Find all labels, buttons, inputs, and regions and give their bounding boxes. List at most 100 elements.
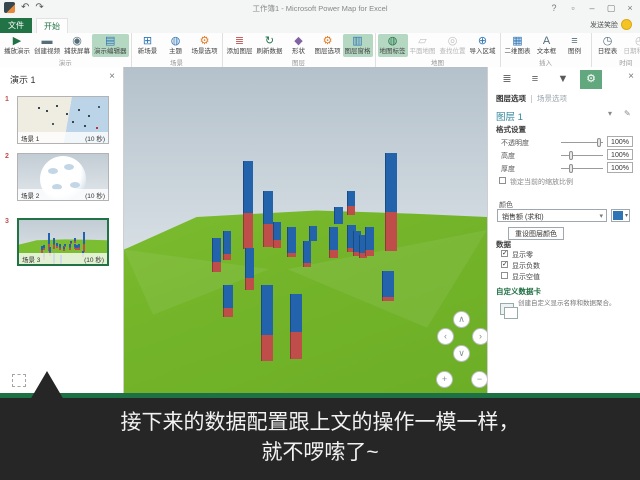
add-scene-placeholder-icon[interactable] bbox=[12, 374, 26, 387]
data-bar[interactable] bbox=[365, 227, 373, 256]
layer-pane-icon: ▥ bbox=[352, 35, 362, 48]
slider-value-field[interactable]: 100% bbox=[607, 149, 633, 160]
checkbox-unchecked[interactable] bbox=[501, 272, 508, 279]
field-list-tab[interactable]: ≡ bbox=[524, 70, 546, 89]
layer-panel-close-icon[interactable]: × bbox=[628, 71, 634, 82]
ribbon-button[interactable]: ▦二维图表 bbox=[503, 34, 533, 57]
data-bar[interactable] bbox=[329, 227, 337, 258]
ribbon-button[interactable]: ▬创建视频 bbox=[32, 34, 62, 57]
data-bar[interactable] bbox=[243, 161, 252, 249]
tour-panel-close-icon[interactable]: × bbox=[109, 71, 115, 82]
slider-value-field[interactable]: 100% bbox=[607, 136, 633, 147]
mini-bar bbox=[69, 244, 71, 250]
data-bar[interactable] bbox=[212, 238, 220, 272]
tab-file[interactable]: 文件 bbox=[0, 18, 32, 33]
ribbon-button[interactable]: ⊕导入区域 bbox=[468, 34, 498, 57]
scene-thumbnail-1[interactable]: 场景 1(10 秒) bbox=[17, 96, 109, 144]
ribbon-button-label: 添加图层 bbox=[227, 48, 253, 56]
tilt-down-button[interactable]: ∨ bbox=[453, 345, 470, 362]
data-bar[interactable] bbox=[382, 271, 393, 301]
data-bar[interactable] bbox=[290, 294, 301, 359]
ribbon-button[interactable]: ◍地图标签 bbox=[378, 34, 408, 57]
ribbon-button[interactable]: ◷日程表 bbox=[594, 34, 622, 57]
checkbox-checked[interactable]: ✓ bbox=[501, 261, 508, 268]
ribbon-button-label: 刷新数据 bbox=[257, 48, 283, 56]
tab-home[interactable]: 开始 bbox=[36, 18, 68, 33]
slider-track[interactable] bbox=[561, 155, 603, 156]
slider-knob[interactable] bbox=[597, 138, 601, 147]
lock-scale-checkbox[interactable] bbox=[499, 177, 506, 184]
ribbon-button[interactable]: ⚙图层选项 bbox=[313, 34, 343, 57]
option-tab-2[interactable]: 场景选项 bbox=[537, 93, 567, 104]
zoom-out-button[interactable]: − bbox=[471, 371, 487, 388]
scene-thumbnail-2[interactable]: 场景 2(10 秒) bbox=[17, 153, 109, 201]
data-bar[interactable] bbox=[223, 285, 232, 317]
ribbon-button-label: 演示编辑器 bbox=[94, 48, 127, 56]
data-bar[interactable] bbox=[303, 241, 310, 267]
layer-manager-tab[interactable]: ≣ bbox=[496, 70, 518, 89]
slider-value-field[interactable]: 100% bbox=[607, 162, 633, 173]
filters-tab[interactable]: ▼ bbox=[552, 70, 574, 89]
color-field-dropdown[interactable]: 销售额 (求和) ▾ bbox=[497, 209, 607, 222]
ribbon-button[interactable]: ◉捕获屏幕 bbox=[62, 34, 92, 57]
ribbon-button[interactable]: ▶播放演示 bbox=[2, 34, 32, 57]
reset-layer-colors-button[interactable]: 重设图层颜色 bbox=[508, 227, 564, 240]
ribbon-tab-row: 文件 开始 bbox=[0, 18, 640, 33]
rotate-left-button[interactable]: ‹ bbox=[437, 328, 454, 345]
layer-title[interactable]: 图层 1 bbox=[496, 109, 523, 123]
data-bar[interactable] bbox=[223, 231, 230, 260]
ribbon-button[interactable]: ▱平面地图 bbox=[408, 34, 438, 57]
data-bar[interactable] bbox=[273, 222, 280, 248]
zoom-in-button[interactable]: + bbox=[436, 371, 453, 388]
settings-tab[interactable]: ⚙ bbox=[580, 70, 602, 89]
map-viewport[interactable]: ∧‹ ›∨+ − bbox=[124, 67, 487, 393]
checkbox-checked[interactable]: ✓ bbox=[501, 250, 508, 257]
bar-blue-segment bbox=[382, 271, 394, 297]
ribbon-button[interactable]: ↻刷新数据 bbox=[255, 34, 285, 57]
bar-red-segment bbox=[385, 212, 397, 251]
option-tab-1[interactable]: 图层选项 bbox=[496, 93, 526, 104]
ribbon-button[interactable]: ◆形状 bbox=[285, 34, 313, 57]
ribbon-display-options-button[interactable]: ▫ bbox=[567, 2, 579, 14]
rotate-right-button[interactable]: › bbox=[472, 328, 487, 345]
data-bar[interactable] bbox=[334, 207, 342, 224]
close-button[interactable]: × bbox=[624, 2, 636, 14]
ribbon-button[interactable]: ◎查找位置 bbox=[438, 34, 468, 57]
minimize-button[interactable]: – bbox=[586, 2, 598, 14]
scene-duration: (10 秒) bbox=[85, 133, 105, 143]
data-bar[interactable] bbox=[261, 285, 272, 361]
ribbon-button[interactable]: ≣添加图层 bbox=[225, 34, 255, 57]
layer-dropdown-caret-icon[interactable]: ▾ bbox=[608, 109, 612, 118]
data-bar[interactable] bbox=[309, 226, 316, 241]
color-swatch-dropdown[interactable]: ▾ bbox=[611, 209, 630, 222]
ribbon-button[interactable]: ≡图例 bbox=[561, 34, 589, 57]
slider-knob[interactable] bbox=[569, 151, 573, 160]
ribbon-button[interactable]: ▥图层窗格 bbox=[343, 34, 373, 57]
data-bar[interactable] bbox=[385, 153, 396, 251]
color-field-value: 销售额 (求和) bbox=[502, 212, 544, 222]
tilt-up-button[interactable]: ∧ bbox=[453, 311, 470, 328]
restore-button[interactable]: ▢ bbox=[605, 2, 617, 14]
help-button[interactable]: ? bbox=[548, 2, 560, 14]
ribbon-button[interactable]: A文本框 bbox=[533, 34, 561, 57]
layer-rename-pencil-icon[interactable]: ✎ bbox=[624, 109, 631, 118]
slider-track[interactable] bbox=[561, 168, 603, 169]
ribbon-button[interactable]: ▤演示编辑器 bbox=[92, 34, 129, 57]
data-card-icon[interactable] bbox=[500, 303, 514, 315]
slider-row: 厚度100% bbox=[488, 162, 640, 174]
data-bar[interactable] bbox=[263, 191, 272, 247]
title-bar: ↶↷ 工作簿1 - Microsoft Power Map for Excel … bbox=[0, 0, 640, 19]
slider-track[interactable] bbox=[561, 142, 603, 143]
send-a-smile[interactable]: 发送笑脸 bbox=[590, 19, 632, 30]
ribbon-button[interactable]: ⊞新场景 bbox=[134, 34, 162, 57]
ribbon-button[interactable]: ◍主题 bbox=[162, 34, 190, 57]
ribbon-button[interactable]: ◴日期和时间 bbox=[622, 34, 640, 57]
scene-thumbnail-3[interactable]: 场景 3(10 秒) bbox=[17, 218, 109, 266]
slider-knob[interactable] bbox=[569, 164, 573, 173]
lock-scale-row[interactable]: 锁定当前的缩放比例 bbox=[488, 177, 640, 187]
data-bar[interactable] bbox=[287, 227, 295, 257]
data-bar[interactable] bbox=[347, 191, 354, 215]
data-bar[interactable] bbox=[245, 248, 253, 290]
scene-number: 3 bbox=[5, 218, 9, 225]
ribbon-button[interactable]: ⚙场景选项 bbox=[190, 34, 220, 57]
